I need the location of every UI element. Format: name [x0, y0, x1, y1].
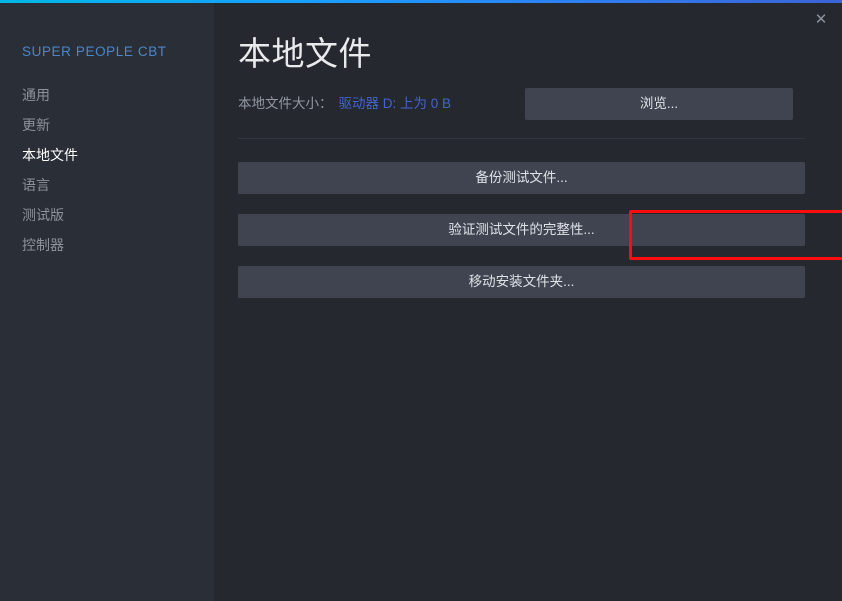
local-files-size-label: 本地文件大小： — [238, 96, 333, 111]
local-files-size-row: 本地文件大小： 驱动器 D: 上为 0 B — [238, 94, 451, 114]
page-title: 本地文件 — [238, 35, 372, 72]
window-accent-border — [0, 0, 842, 3]
sidebar-app-title: SUPER PEOPLE CBT — [22, 44, 167, 59]
local-files-size-value[interactable]: 驱动器 D: 上为 0 B — [339, 96, 452, 111]
properties-dialog: SUPER PEOPLE CBT 通用 更新 本地文件 语言 测试版 控制器 ✕… — [0, 0, 842, 601]
move-install-folder-button[interactable]: 移动安装文件夹... — [238, 266, 805, 298]
sidebar-item-controller[interactable]: 控制器 — [0, 230, 214, 260]
sidebar-item-general[interactable]: 通用 — [0, 80, 214, 110]
sidebar-item-betas[interactable]: 测试版 — [0, 200, 214, 230]
sidebar-item-updates[interactable]: 更新 — [0, 110, 214, 140]
sidebar-nav: 通用 更新 本地文件 语言 测试版 控制器 — [0, 80, 214, 260]
verify-integrity-button[interactable]: 验证测试文件的完整性... — [238, 214, 805, 246]
content-panel: ✕ 本地文件 本地文件大小： 驱动器 D: 上为 0 B 浏览... 备份测试文件… — [214, 3, 842, 601]
sidebar-item-local-files[interactable]: 本地文件 — [0, 140, 214, 170]
section-divider — [238, 138, 805, 139]
backup-test-files-button[interactable]: 备份测试文件... — [238, 162, 805, 194]
action-button-group: 备份测试文件... 验证测试文件的完整性... 移动安装文件夹... — [238, 162, 805, 318]
close-icon[interactable]: ✕ — [806, 7, 836, 33]
sidebar: SUPER PEOPLE CBT 通用 更新 本地文件 语言 测试版 控制器 — [0, 3, 214, 601]
browse-button[interactable]: 浏览... — [525, 88, 793, 120]
sidebar-item-language[interactable]: 语言 — [0, 170, 214, 200]
